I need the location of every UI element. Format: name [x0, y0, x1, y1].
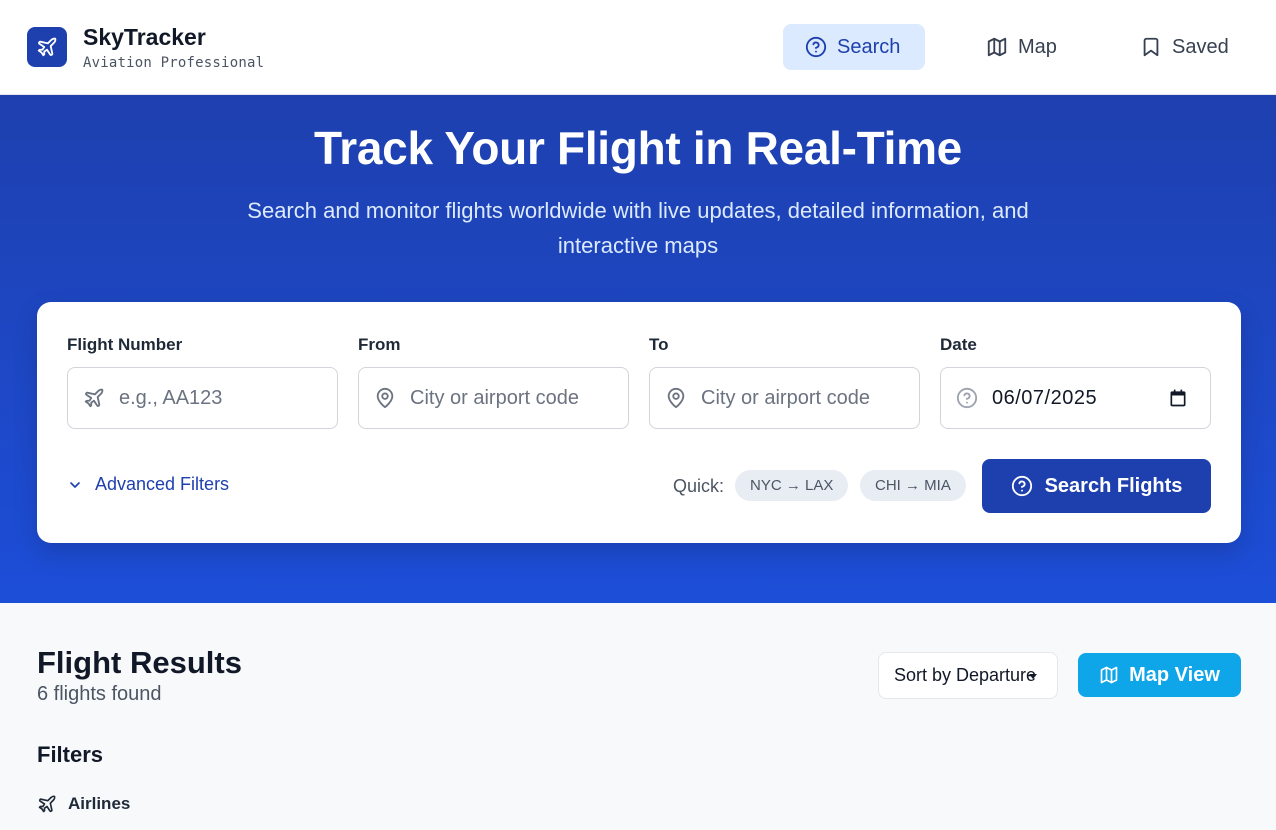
nav-search[interactable]: Search: [783, 24, 925, 70]
date-input[interactable]: 06/07/2025: [940, 367, 1211, 429]
map-pin-icon: [667, 387, 685, 409]
results-count: 6 flights found: [37, 683, 162, 705]
map-icon: [987, 37, 1007, 57]
sort-select-value: Sort by Departure: [894, 665, 1037, 685]
sort-select[interactable]: Sort by Departure: [878, 652, 1058, 699]
brand-name: SkyTracker: [83, 24, 206, 50]
logo[interactable]: [27, 27, 67, 67]
quick-chip-nyc-lax[interactable]: NYC → LAX: [735, 470, 849, 501]
nav-map-label: Map: [1018, 35, 1057, 58]
airlines-label: Airlines: [68, 794, 131, 813]
hero-section: Track Your Flight in Real-Time Search an…: [0, 95, 1276, 603]
flight-number-placeholder: e.g., AA123: [119, 386, 223, 409]
map-view-button[interactable]: Map View: [1078, 653, 1241, 697]
date-label: Date: [940, 335, 977, 354]
nav-saved[interactable]: Saved: [1118, 24, 1254, 70]
nav-search-label: Search: [837, 35, 901, 58]
bookmark-icon: [1143, 37, 1159, 57]
to-label: To: [649, 335, 669, 354]
filters-title: Filters: [37, 742, 104, 767]
help-circle-icon: [956, 387, 978, 409]
chevron-down-icon: [70, 481, 80, 488]
nav-map[interactable]: Map: [964, 24, 1082, 70]
results-title: Flight Results: [37, 645, 242, 680]
chevron-down-icon: [1029, 674, 1037, 679]
quick-chip-chi-mia[interactable]: CHI → MIA: [860, 470, 966, 501]
search-flights-label: Search Flights: [1044, 474, 1183, 497]
advanced-filters-toggle[interactable]: Advanced Filters: [67, 474, 229, 495]
date-value: 06/07/2025: [992, 386, 1098, 409]
quick-label: Quick:: [673, 476, 725, 496]
to-placeholder: City or airport code: [701, 386, 870, 409]
plane-icon: [37, 37, 57, 57]
help-circle-icon: [1011, 475, 1032, 497]
nav-saved-label: Saved: [1172, 35, 1229, 58]
flight-number-input[interactable]: e.g., AA123: [67, 367, 338, 429]
hero-title: Track Your Flight in Real-Time: [314, 122, 962, 174]
calendar-icon[interactable]: [1168, 388, 1188, 408]
map-icon: [1100, 666, 1118, 684]
map-pin-icon: [376, 387, 394, 409]
plane-icon: [38, 795, 56, 813]
advanced-filters-label: Advanced Filters: [95, 474, 230, 494]
from-label: From: [358, 335, 401, 354]
search-card: Flight Number e.g., AA123 From City or a…: [37, 302, 1241, 543]
to-input[interactable]: City or airport code: [649, 367, 920, 429]
flight-number-label: Flight Number: [67, 335, 183, 354]
map-view-label: Map View: [1129, 663, 1220, 686]
search-flights-button[interactable]: Search Flights: [982, 459, 1211, 513]
airlines-filter-header[interactable]: Airlines: [37, 794, 130, 814]
app-header: SkyTracker Aviation Professional Search …: [0, 0, 1276, 95]
hero-subtitle: Search and monitor flights worldwide wit…: [247, 198, 1029, 258]
from-input[interactable]: City or airport code: [358, 367, 629, 429]
plane-icon: [84, 388, 104, 408]
brand-tagline: Aviation Professional: [83, 55, 265, 71]
from-placeholder: City or airport code: [410, 386, 579, 409]
help-circle-icon: [805, 36, 827, 58]
